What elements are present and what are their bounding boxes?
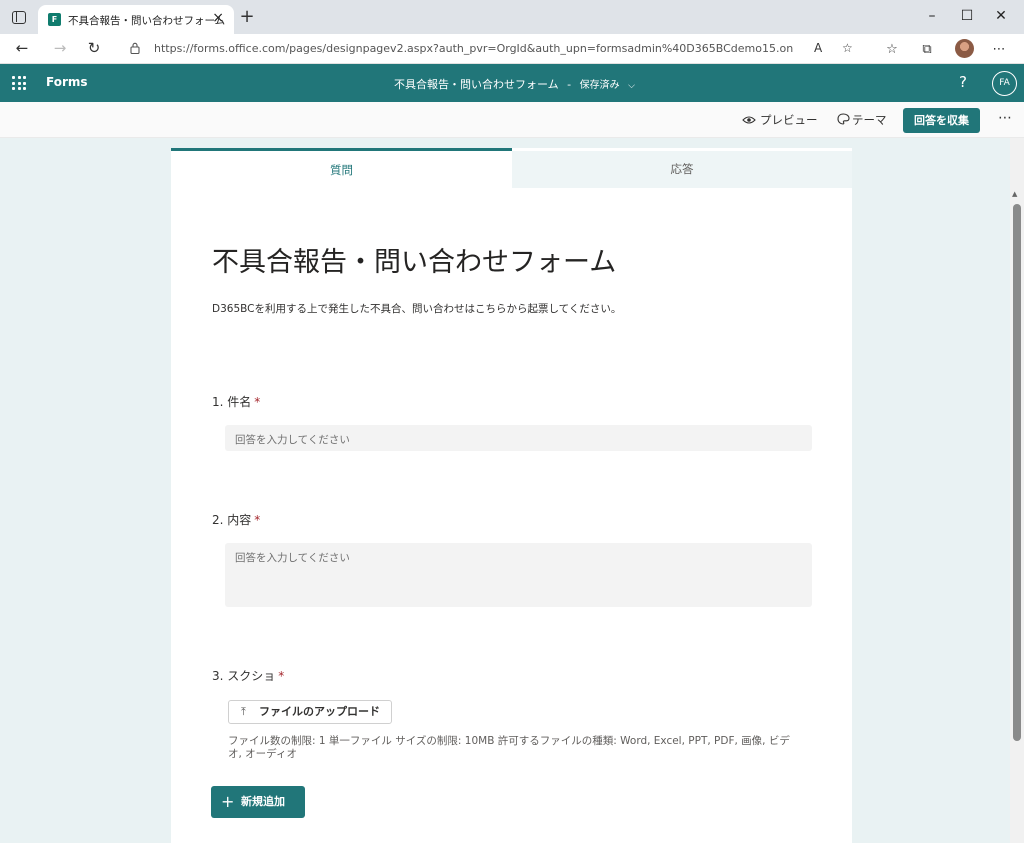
browser-menu-icon[interactable]: ⋯ (990, 42, 1008, 57)
plus-icon: + (221, 792, 235, 811)
lock-icon (130, 42, 140, 54)
required-mark: * (254, 513, 261, 527)
url-field[interactable]: https://forms.office.com/pages/designpag… (116, 37, 868, 61)
header-form-title[interactable]: 不具合報告・問い合わせフォーム - 保存済み ⌵ (394, 76, 635, 92)
app-header: Forms 不具合報告・問い合わせフォーム - 保存済み ⌵ ? FA (0, 64, 1024, 102)
question-2-label[interactable]: 2. 内容 * (212, 511, 260, 528)
question-1-label[interactable]: 1. 件名 * (212, 393, 260, 410)
forms-favicon-icon: F (48, 13, 61, 26)
preview-label: プレビュー (760, 113, 818, 127)
minimize-icon[interactable]: – (922, 8, 942, 24)
tab-responses[interactable]: 応答 (512, 151, 852, 188)
question-2-textarea[interactable]: 回答を入力してください (225, 543, 812, 607)
app-name[interactable]: Forms (46, 75, 88, 89)
question-1-title: 1. 件名 (212, 395, 252, 409)
question-2-title: 2. 内容 (212, 513, 252, 527)
browser-tab-bar: F 不具合報告・問い合わせフォーム × + – ☐ ✕ (0, 0, 1024, 34)
header-title-text: 不具合報告・問い合わせフォーム (394, 78, 559, 91)
eye-icon (742, 116, 756, 124)
required-mark: * (254, 395, 261, 409)
read-aloud-icon[interactable]: A (814, 41, 822, 55)
palette-icon (837, 113, 850, 125)
upload-icon: ⤒ (241, 705, 246, 718)
browser-profile-avatar[interactable] (955, 39, 974, 58)
form-card: 質問 応答 不具合報告・問い合わせフォーム D365BCを利用する上で発生した不… (171, 148, 852, 843)
question-3-label[interactable]: 3. スクショ * (212, 667, 284, 684)
command-bar: プレビュー テーマ 回答を収集 ⋯ (0, 102, 1024, 138)
save-status: 保存済み (579, 80, 620, 91)
url-text: https://forms.office.com/pages/designpag… (154, 42, 794, 55)
add-new-label: 新規追加 (241, 795, 285, 808)
help-icon[interactable]: ? (959, 73, 967, 91)
more-options-icon[interactable]: ⋯ (998, 110, 1012, 126)
collections-icon[interactable]: ⧉ (918, 42, 936, 57)
back-icon[interactable]: ← (12, 39, 32, 57)
scroll-up-icon[interactable]: ▲ (1012, 190, 1017, 198)
file-upload-label: ファイルのアップロード (259, 705, 380, 718)
browser-tab[interactable]: F 不具合報告・問い合わせフォーム × (38, 5, 234, 34)
window-close-icon[interactable]: ✕ (991, 8, 1011, 24)
question-3-title: 3. スクショ (212, 669, 276, 683)
refresh-icon[interactable]: ↻ (84, 39, 104, 57)
file-upload-button[interactable]: ⤒ ファイルのアップロード (228, 700, 392, 724)
new-tab-icon[interactable]: + (236, 6, 258, 27)
form-tabs: 質問 応答 (171, 148, 852, 188)
favorites-bar-icon[interactable]: ☆ (883, 42, 901, 57)
workspaces-icon[interactable] (12, 11, 26, 24)
theme-label: テーマ (852, 113, 887, 127)
forward-icon[interactable]: → (50, 39, 70, 57)
collect-responses-button[interactable]: 回答を収集 (903, 108, 980, 133)
app-launcher-icon[interactable] (12, 76, 26, 90)
close-tab-icon[interactable]: × (212, 10, 224, 26)
question-1-input[interactable]: 回答を入力してください (225, 425, 812, 451)
upload-restrictions-note: ファイル数の制限: 1 単一ファイル サイズの制限: 10MB 許可するファイル… (228, 735, 790, 760)
header-separator: - (567, 78, 572, 91)
address-bar-row: ← → ↻ https://forms.office.com/pages/des… (0, 34, 1024, 64)
chevron-down-icon[interactable]: ⌵ (628, 81, 635, 91)
favorite-icon[interactable]: ☆ (842, 41, 853, 55)
form-description[interactable]: D365BCを利用する上で発生した不具合、問い合わせはこちらから起票してください… (212, 301, 621, 316)
user-avatar[interactable]: FA (992, 71, 1017, 96)
scrollbar-thumb[interactable] (1013, 204, 1021, 741)
preview-button[interactable]: プレビュー (742, 112, 818, 128)
browser-tab-title: 不具合報告・問い合わせフォーム (68, 15, 226, 27)
maximize-icon[interactable]: ☐ (957, 8, 977, 24)
add-new-button[interactable]: + 新規追加 (211, 786, 305, 818)
required-mark: * (278, 669, 285, 683)
tab-questions[interactable]: 質問 (171, 148, 512, 188)
theme-button[interactable]: テーマ (837, 112, 887, 128)
form-title[interactable]: 不具合報告・問い合わせフォーム (212, 240, 616, 279)
